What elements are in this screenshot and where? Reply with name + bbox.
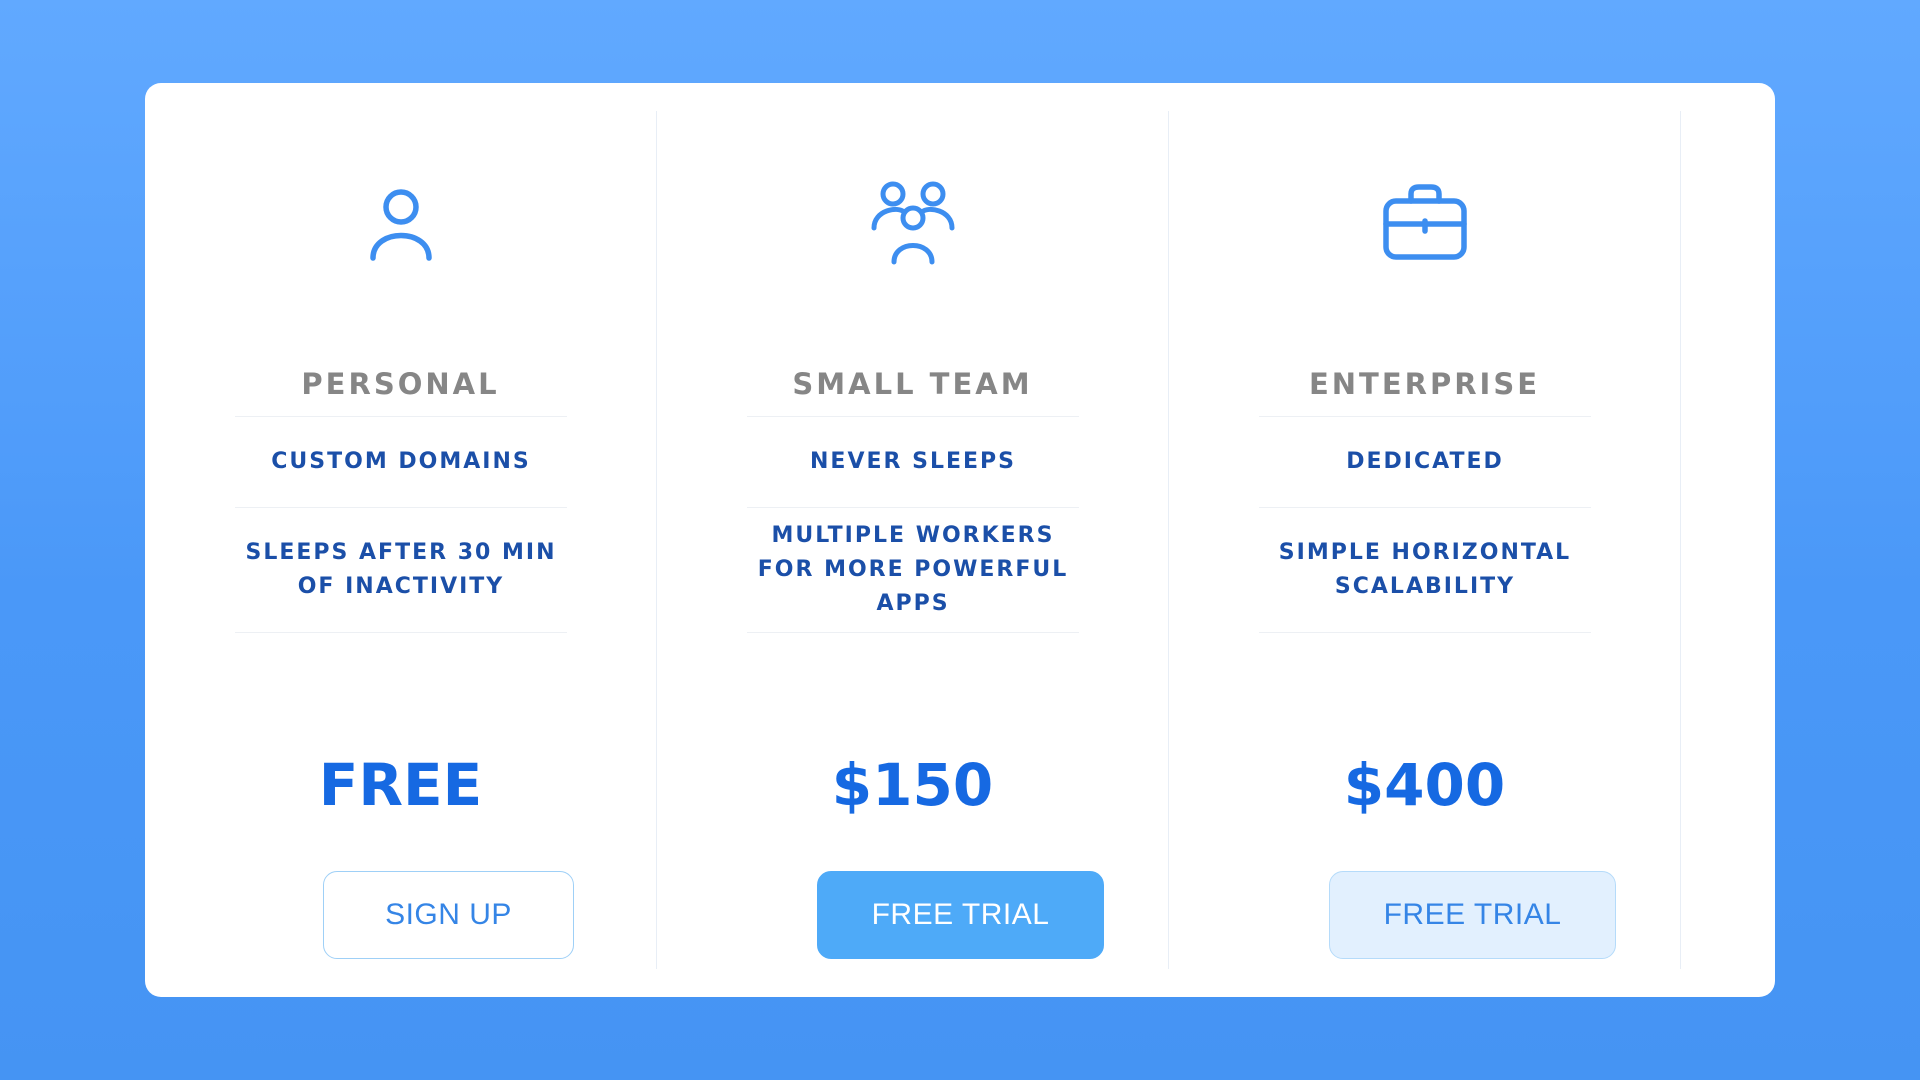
sign-up-button[interactable]: SIGN UP <box>323 871 574 959</box>
team-icon <box>657 176 1168 266</box>
plan-price: $150 <box>831 751 994 819</box>
feature-item: DEDICATED <box>1259 417 1591 508</box>
plan-price: FREE <box>318 751 483 819</box>
free-trial-button[interactable]: FREE TRIAL <box>1329 871 1616 959</box>
feature-list: DEDICATED SIMPLE HORIZONTAL SCALABILITY <box>1259 416 1591 633</box>
plan-name: PERSONAL <box>301 367 500 401</box>
plan-price: $400 <box>1343 751 1506 819</box>
plan-small-team: SMALL TEAM NEVER SLEEPS MULTIPLE WORKERS… <box>657 111 1169 969</box>
plan-enterprise: ENTERPRISE DEDICATED SIMPLE HORIZONTAL S… <box>1169 111 1681 969</box>
feature-item: SLEEPS AFTER 30 MIN OF INACTIVITY <box>235 508 567 633</box>
plan-name: ENTERPRISE <box>1308 367 1541 401</box>
feature-item: MULTIPLE WORKERS FOR MORE POWERFUL APPS <box>747 508 1079 633</box>
feature-list: NEVER SLEEPS MULTIPLE WORKERS FOR MORE P… <box>747 416 1079 633</box>
feature-item: NEVER SLEEPS <box>747 417 1079 508</box>
user-icon <box>145 176 656 266</box>
plan-personal: PERSONAL CUSTOM DOMAINS SLEEPS AFTER 30 … <box>145 111 657 969</box>
feature-list: CUSTOM DOMAINS SLEEPS AFTER 30 MIN OF IN… <box>235 416 567 633</box>
plan-name: SMALL TEAM <box>792 367 1033 401</box>
pricing-card: PERSONAL CUSTOM DOMAINS SLEEPS AFTER 30 … <box>145 83 1775 997</box>
free-trial-button[interactable]: FREE TRIAL <box>817 871 1104 959</box>
feature-item: CUSTOM DOMAINS <box>235 417 567 508</box>
feature-item: SIMPLE HORIZONTAL SCALABILITY <box>1259 508 1591 633</box>
briefcase-icon <box>1169 176 1680 266</box>
